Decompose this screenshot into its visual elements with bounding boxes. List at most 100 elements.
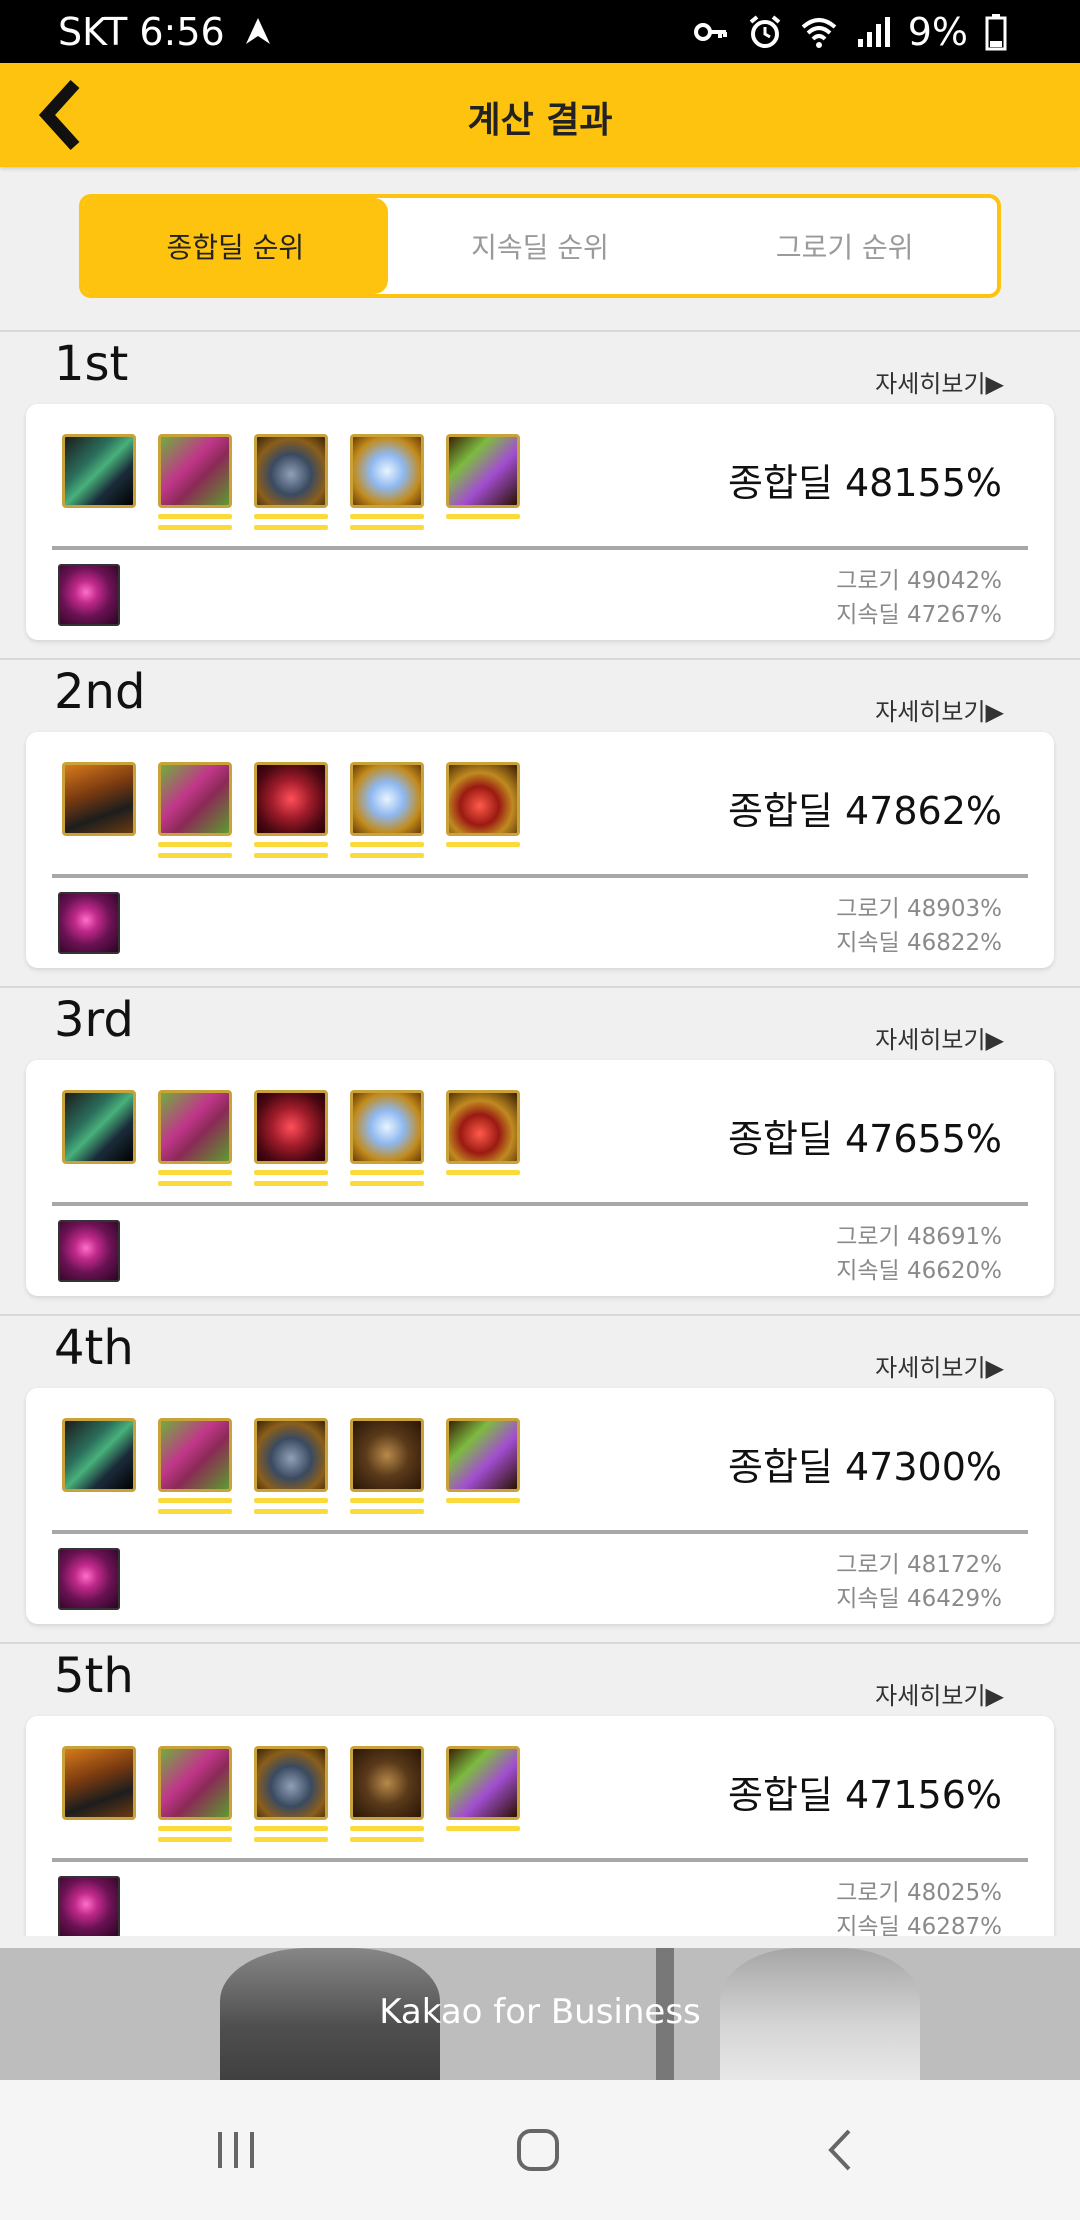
orb-item-icon	[350, 1090, 424, 1164]
sub-stats: 그로기 48903% 지속딜 46822%	[836, 892, 1002, 960]
battery-icon	[984, 13, 1022, 51]
rose-item-icon	[254, 1090, 328, 1164]
total-damage: 종합딜 47655%	[728, 1117, 1002, 1161]
battery-percent: 9%	[907, 10, 968, 54]
system-nav-bar	[0, 2080, 1080, 2220]
carrier-time: SKT 6:56	[58, 10, 225, 54]
total-damage: 종합딜 47156%	[728, 1773, 1002, 1817]
status-bar: SKT 6:56 9%	[0, 0, 1080, 63]
card-divider	[52, 1530, 1028, 1534]
staff-item-icon	[446, 1418, 520, 1492]
ad-banner[interactable]: Kakao for Business	[0, 1948, 1080, 2080]
total-damage: 종합딜 47300%	[728, 1445, 1002, 1489]
shield-item-icon	[254, 1418, 328, 1492]
chest-item-icon	[62, 1746, 136, 1820]
signal-icon	[854, 13, 892, 51]
ad-text: Kakao for Business	[379, 1992, 701, 2032]
result-card[interactable]: 종합딜 48155% 그로기 49042% 지속딜 47267%	[26, 404, 1054, 640]
navigation-icon	[239, 13, 277, 51]
frog-item-icon	[158, 762, 232, 836]
rose-item-icon	[254, 762, 328, 836]
groggy-damage: 그로기 48172%	[836, 1552, 1002, 1578]
rank-label: 3rd	[54, 992, 134, 1048]
detail-link[interactable]: 자세히보기▶	[875, 1676, 1004, 1711]
chest-item-icon	[62, 762, 136, 836]
item-icons	[62, 1418, 520, 1514]
item-icons	[62, 434, 520, 530]
detail-link[interactable]: 자세히보기▶	[875, 1020, 1004, 1055]
total-damage: 종합딜 48155%	[728, 461, 1002, 505]
sustain-damage: 지속딜 46429%	[836, 1586, 1002, 1612]
wifi-icon	[800, 13, 838, 51]
groggy-damage: 그로기 49042%	[836, 568, 1002, 594]
result-card[interactable]: 종합딜 47862% 그로기 48903% 지속딜 46822%	[26, 732, 1054, 968]
back-icon	[828, 2129, 851, 2171]
detail-link[interactable]: 자세히보기▶	[875, 364, 1004, 399]
star-item-icon	[350, 1746, 424, 1820]
result-item: 2nd 자세히보기▶ 종합딜 47862% 그로기 48903% 지속딜 468…	[0, 660, 1080, 988]
result-list[interactable]: 1st 자세히보기▶ 종합딜 48155% 그로기 49042% 지속딜 472…	[0, 332, 1080, 1936]
sustain-damage: 지속딜 46620%	[836, 1258, 1002, 1284]
app-bar: 계산 결과	[0, 63, 1080, 167]
spiral-gem-icon	[58, 1876, 120, 1936]
star-item-icon	[350, 1418, 424, 1492]
result-card[interactable]: 종합딜 47156% 그로기 48025% 지속딜 46287%	[26, 1716, 1054, 1936]
sub-stats: 그로기 48172% 지속딜 46429%	[836, 1548, 1002, 1616]
system-back-button[interactable]	[800, 2120, 880, 2180]
spiral-gem-icon	[58, 564, 120, 626]
sustain-damage: 지속딜 46822%	[836, 930, 1002, 956]
sustain-damage: 지속딜 46287%	[836, 1914, 1002, 1936]
rank-label: 5th	[54, 1648, 134, 1704]
card-divider	[52, 874, 1028, 878]
card-divider	[52, 1202, 1028, 1206]
item-icons	[62, 1746, 520, 1842]
sustain-damage: 지속딜 47267%	[836, 602, 1002, 628]
spiral-gem-icon	[58, 1220, 120, 1282]
orb-item-icon	[350, 762, 424, 836]
sub-stats: 그로기 49042% 지속딜 47267%	[836, 564, 1002, 632]
item-icons	[62, 762, 520, 858]
result-item: 4th 자세히보기▶ 종합딜 47300% 그로기 48172% 지속딜 464…	[0, 1316, 1080, 1644]
card-divider	[52, 1858, 1028, 1862]
tab-groggy[interactable]: 그로기 순위	[692, 198, 997, 294]
frog-item-icon	[158, 1418, 232, 1492]
detail-link[interactable]: 자세히보기▶	[875, 1348, 1004, 1383]
dragon-item-icon	[62, 1418, 136, 1492]
sub-stats: 그로기 48691% 지속딜 46620%	[836, 1220, 1002, 1288]
home-button[interactable]	[498, 2120, 578, 2180]
result-item: 3rd 자세히보기▶ 종합딜 47655% 그로기 48691% 지속딜 466…	[0, 988, 1080, 1316]
orb-item-icon	[350, 434, 424, 508]
shield-item-icon	[254, 1746, 328, 1820]
staff-item-icon	[446, 434, 520, 508]
status-right: 9%	[692, 10, 1022, 54]
ring-item-icon	[446, 762, 520, 836]
groggy-damage: 그로기 48903%	[836, 896, 1002, 922]
dragon-item-icon	[62, 1090, 136, 1164]
detail-link[interactable]: 자세히보기▶	[875, 692, 1004, 727]
key-icon	[692, 13, 730, 51]
result-item: 1st 자세히보기▶ 종합딜 48155% 그로기 49042% 지속딜 472…	[0, 332, 1080, 660]
dragon-item-icon	[62, 434, 136, 508]
result-card[interactable]: 종합딜 47655% 그로기 48691% 지속딜 46620%	[26, 1060, 1054, 1296]
rank-label: 1st	[54, 336, 129, 392]
tab-total-damage[interactable]: 종합딜 순위	[83, 198, 388, 294]
recent-apps-button[interactable]	[196, 2120, 276, 2180]
rank-tabs: 종합딜 순위 지속딜 순위 그로기 순위	[79, 194, 1001, 298]
frog-item-icon	[158, 1090, 232, 1164]
home-icon	[517, 2129, 559, 2171]
card-divider	[52, 546, 1028, 550]
frog-item-icon	[158, 1746, 232, 1820]
total-damage: 종합딜 47862%	[728, 789, 1002, 833]
recent-apps-icon	[218, 2132, 254, 2168]
shield-item-icon	[254, 434, 328, 508]
groggy-damage: 그로기 48691%	[836, 1224, 1002, 1250]
rank-label: 4th	[54, 1320, 134, 1376]
result-card[interactable]: 종합딜 47300% 그로기 48172% 지속딜 46429%	[26, 1388, 1054, 1624]
staff-item-icon	[446, 1746, 520, 1820]
spiral-gem-icon	[58, 1548, 120, 1610]
item-icons	[62, 1090, 520, 1186]
result-item: 5th 자세히보기▶ 종합딜 47156% 그로기 48025% 지속딜 462…	[0, 1644, 1080, 1936]
tab-sustain-damage[interactable]: 지속딜 순위	[388, 198, 693, 294]
spiral-gem-icon	[58, 892, 120, 954]
status-left: SKT 6:56	[58, 10, 277, 54]
